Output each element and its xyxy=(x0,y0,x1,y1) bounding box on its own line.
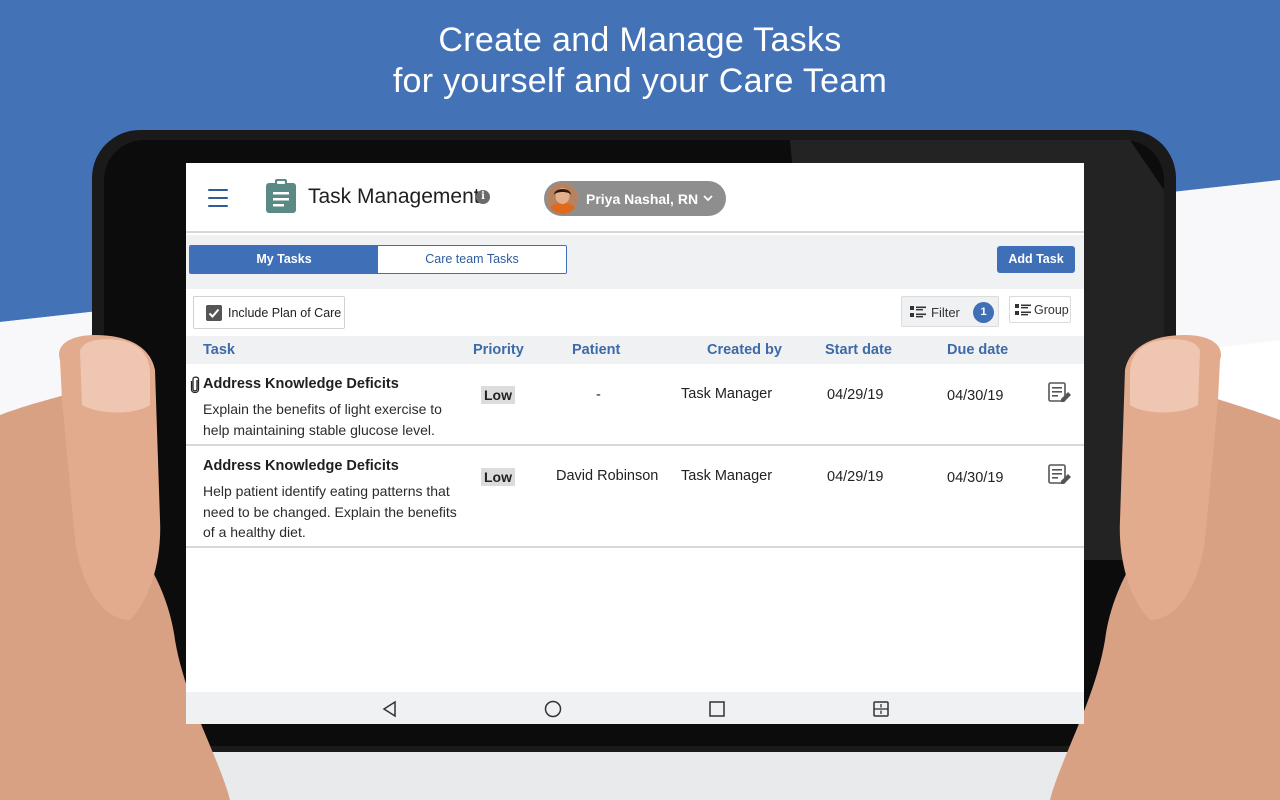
split-screen-icon[interactable] xyxy=(871,699,891,719)
table-row[interactable]: Address Knowledge Deficits Help patient … xyxy=(186,446,1084,548)
column-header-due-date[interactable]: Due date xyxy=(947,342,1008,358)
tab-care-team-tasks[interactable]: Care team Tasks xyxy=(378,246,566,273)
tablet-edge-bottom xyxy=(150,752,1130,800)
due-date-cell: 04/30/19 xyxy=(947,470,1004,486)
list-filter-icon xyxy=(910,306,926,318)
avatar xyxy=(547,183,578,214)
filter-bar: Include Plan of Care Filter 1 Group xyxy=(186,289,1084,336)
filter-label: Filter xyxy=(931,305,960,320)
user-name: Priya Nashal, RN xyxy=(586,191,699,207)
paperclip-icon xyxy=(190,376,200,394)
app-header: Task Management i Priya Nashal, RN xyxy=(186,163,1084,233)
chevron-down-icon xyxy=(703,195,713,202)
headline-line-1: Create and Manage Tasks xyxy=(438,21,842,59)
info-icon[interactable]: i xyxy=(476,190,490,204)
tab-bar: My Tasks Care team Tasks Add Task xyxy=(186,235,1084,289)
column-header-priority[interactable]: Priority xyxy=(473,342,524,358)
column-header-task[interactable]: Task xyxy=(203,342,235,358)
start-date-cell: 04/29/19 xyxy=(827,469,884,485)
table-row[interactable]: Address Knowledge Deficits Explain the b… xyxy=(186,364,1084,446)
column-header-patient[interactable]: Patient xyxy=(572,342,620,358)
tab-my-tasks[interactable]: My Tasks xyxy=(190,246,378,273)
home-icon[interactable] xyxy=(543,699,563,719)
back-icon[interactable] xyxy=(380,699,400,719)
add-task-button[interactable]: Add Task xyxy=(997,246,1075,273)
priority-badge: Low xyxy=(481,386,515,404)
filter-button[interactable]: Filter 1 xyxy=(901,296,999,327)
task-table-header: Task Priority Patient Created by Start d… xyxy=(186,336,1084,364)
patient-cell: - xyxy=(596,387,601,403)
clipboard-icon xyxy=(266,179,296,213)
created-by-cell: Task Manager xyxy=(681,468,773,484)
priority-badge: Low xyxy=(481,468,515,486)
marketing-headline: Create and Manage Tasks for yourself and… xyxy=(0,20,1280,102)
task-description: Help patient identify eating patterns th… xyxy=(203,483,457,540)
page-title: Task Management xyxy=(308,185,480,208)
include-plan-of-care-label: Include Plan of Care xyxy=(228,306,342,320)
group-label: Group xyxy=(1034,303,1069,317)
patient-cell: David Robinson xyxy=(556,468,659,484)
edit-note-icon[interactable] xyxy=(1048,382,1072,404)
tablet-screen: Task Management i Priya Nashal, RN My Ta… xyxy=(186,163,1084,724)
due-date-cell: 04/30/19 xyxy=(947,388,1004,404)
recents-icon[interactable] xyxy=(707,699,727,719)
group-button[interactable]: Group xyxy=(1009,296,1071,323)
user-selector[interactable]: Priya Nashal, RN xyxy=(544,181,726,216)
task-title: Address Knowledge Deficits xyxy=(203,376,399,392)
column-header-created-by[interactable]: Created by xyxy=(707,342,782,358)
column-header-start-date[interactable]: Start date xyxy=(825,342,892,358)
task-tabs: My Tasks Care team Tasks xyxy=(189,245,567,274)
checkbox-checked-icon xyxy=(206,305,222,321)
edit-note-icon[interactable] xyxy=(1048,464,1072,486)
include-plan-of-care-checkbox[interactable]: Include Plan of Care xyxy=(193,296,345,329)
task-description: Explain the benefits of light exercise t… xyxy=(203,401,442,438)
task-title: Address Knowledge Deficits xyxy=(203,458,399,474)
system-nav-bar xyxy=(186,692,1084,724)
created-by-cell: Task Manager xyxy=(681,386,773,402)
group-list-icon xyxy=(1015,304,1031,316)
start-date-cell: 04/29/19 xyxy=(827,387,884,403)
hamburger-icon[interactable] xyxy=(208,189,228,207)
filter-count-badge: 1 xyxy=(973,302,994,323)
headline-line-2: for yourself and your Care Team xyxy=(392,62,888,100)
